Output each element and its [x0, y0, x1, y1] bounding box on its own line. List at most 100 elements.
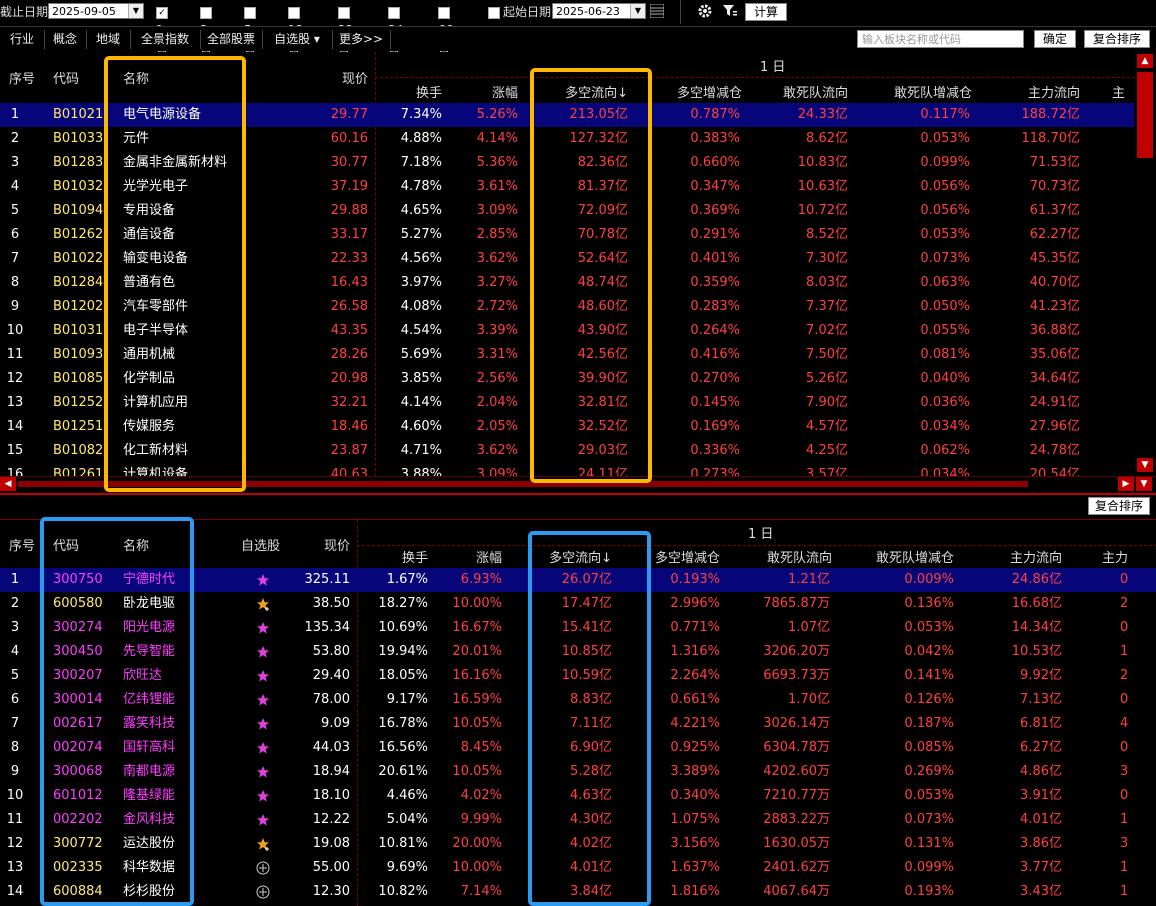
tab-item[interactable]: 自选股 ▾: [262, 30, 333, 49]
composite-sort-button[interactable]: 复合排序: [1084, 30, 1150, 48]
column-header[interactable]: 序号: [9, 68, 35, 87]
table-cell: 18.46: [330, 419, 368, 434]
checkbox-icon[interactable]: [438, 6, 450, 19]
table-cell: 6: [10, 227, 20, 242]
column-header[interactable]: 主力流向: [970, 547, 1062, 566]
column-header[interactable]: 敢死队流向: [736, 547, 832, 566]
table-cell: 5.04%: [386, 812, 428, 827]
star-icon[interactable]: [256, 717, 270, 731]
star-add-icon[interactable]: [256, 837, 270, 851]
table-cell: 20.01%: [452, 644, 502, 659]
star-icon[interactable]: [256, 741, 270, 755]
period-title: 1 日: [760, 60, 786, 75]
table-cell: 0.291%: [690, 227, 740, 242]
column-header[interactable]: 涨幅: [460, 82, 518, 101]
star-icon[interactable]: [256, 669, 270, 683]
table-cell: 24.33亿: [797, 107, 848, 122]
composite-sort-button[interactable]: 复合排序: [1088, 497, 1150, 515]
search-input[interactable]: 输入板块名称或代码: [857, 30, 1024, 48]
filter-icon[interactable]: [722, 3, 738, 19]
table-cell: 4067.64万: [763, 884, 830, 899]
checkbox-icon[interactable]: [288, 6, 300, 19]
tab-item[interactable]: 全景指数: [130, 30, 201, 49]
scroll-down-icon[interactable]: ▼: [1137, 458, 1153, 472]
table-cell: 7.34%: [400, 107, 442, 122]
checkbox-icon[interactable]: [338, 6, 350, 19]
scroll-left-icon[interactable]: ◀: [0, 477, 16, 491]
table-cell: 7210.77万: [763, 788, 830, 803]
gear-icon[interactable]: [697, 3, 713, 19]
add-watchlist-icon[interactable]: [256, 885, 270, 899]
grid-icon[interactable]: [650, 4, 664, 18]
scroll-thumb[interactable]: [1137, 72, 1153, 158]
chevron-down-icon[interactable]: ▼: [128, 4, 143, 18]
table-cell: 0.099%: [920, 155, 970, 170]
checkbox-icon[interactable]: [244, 6, 256, 19]
table-cell: 10.05%: [452, 716, 502, 731]
checkbox-icon[interactable]: [488, 6, 500, 19]
add-watchlist-icon[interactable]: [256, 861, 270, 875]
tab-item[interactable]: 全部股票: [200, 30, 263, 49]
column-header[interactable]: 代码: [53, 68, 79, 87]
tab-item[interactable]: 更多>>: [332, 30, 391, 49]
tab-item[interactable]: 行业: [0, 30, 45, 49]
table-cell: 0: [1120, 692, 1129, 707]
table-cell: 0.099%: [904, 860, 954, 875]
column-header[interactable]: 多空增减仓: [650, 82, 742, 101]
confirm-button[interactable]: 确定: [1034, 30, 1076, 48]
table-cell: 10.81%: [378, 836, 428, 851]
column-header[interactable]: 现价: [300, 535, 350, 554]
table-cell: B01202: [53, 299, 104, 314]
table-cell: 135.34: [304, 620, 351, 635]
table-cell: 71.53亿: [1029, 155, 1080, 170]
start-date-checkbox[interactable]: 起始日期: [488, 3, 551, 21]
scroll-right-icon[interactable]: ▶: [1118, 477, 1134, 491]
scroll-down-icon[interactable]: ▼: [1136, 477, 1152, 491]
tab-item[interactable]: 概念: [44, 30, 87, 49]
scroll-up-icon[interactable]: ▲: [1137, 54, 1153, 68]
column-header[interactable]: 主力: [1102, 547, 1128, 566]
highlight-name-column: [104, 56, 246, 492]
column-header[interactable]: 主力流向: [990, 82, 1080, 101]
star-icon[interactable]: [256, 621, 270, 635]
column-header[interactable]: 现价: [320, 68, 368, 87]
table-cell: 2883.22万: [763, 812, 830, 827]
checkbox-icon[interactable]: [388, 6, 400, 19]
table-cell: 1: [10, 107, 20, 122]
table-cell: 10.69%: [378, 620, 428, 635]
vertical-scrollbar[interactable]: ▲ ▼: [1135, 52, 1155, 476]
table-cell: 3026.14万: [763, 716, 830, 731]
tab-item[interactable]: 地域: [86, 30, 131, 49]
column-header[interactable]: 敢死队增减仓: [860, 82, 972, 101]
table-cell: 3.85%: [400, 371, 442, 386]
star-icon[interactable]: [256, 693, 270, 707]
star-icon[interactable]: [256, 813, 270, 827]
star-icon[interactable]: [256, 789, 270, 803]
column-header[interactable]: 换手: [372, 547, 428, 566]
column-header[interactable]: 换手: [390, 82, 442, 101]
table-cell: 4.25亿: [806, 443, 848, 458]
star-icon[interactable]: [256, 765, 270, 779]
table-cell: 3.61%: [476, 179, 518, 194]
column-header[interactable]: 涨幅: [446, 547, 502, 566]
start-date-picker[interactable]: 2025-06-23 ▼: [552, 3, 646, 19]
column-header[interactable]: 自选股: [241, 535, 280, 554]
start-date-label: 起始日期: [503, 5, 552, 19]
table-cell: 0.187%: [904, 716, 954, 731]
star-icon[interactable]: [256, 645, 270, 659]
table-cell: 16.16%: [452, 668, 502, 683]
column-header[interactable]: 主: [1112, 82, 1125, 101]
end-date-picker[interactable]: 2025-09-05 ▼: [48, 3, 144, 19]
star-add-icon[interactable]: [256, 597, 270, 611]
column-header[interactable]: 敢死队流向: [750, 82, 848, 101]
column-header[interactable]: 敢死队增减仓: [852, 547, 954, 566]
table-cell: 14.34亿: [1011, 620, 1062, 635]
chevron-down-icon[interactable]: ▼: [630, 4, 645, 18]
checkbox-icon[interactable]: [200, 6, 212, 19]
column-header[interactable]: 序号: [9, 535, 35, 554]
calc-button[interactable]: 计算: [745, 3, 787, 21]
checkbox-checked-icon[interactable]: ✓: [156, 6, 168, 19]
table-cell: 29.77: [330, 107, 368, 122]
star-icon[interactable]: [256, 573, 270, 587]
table-cell: 8.62亿: [806, 131, 848, 146]
